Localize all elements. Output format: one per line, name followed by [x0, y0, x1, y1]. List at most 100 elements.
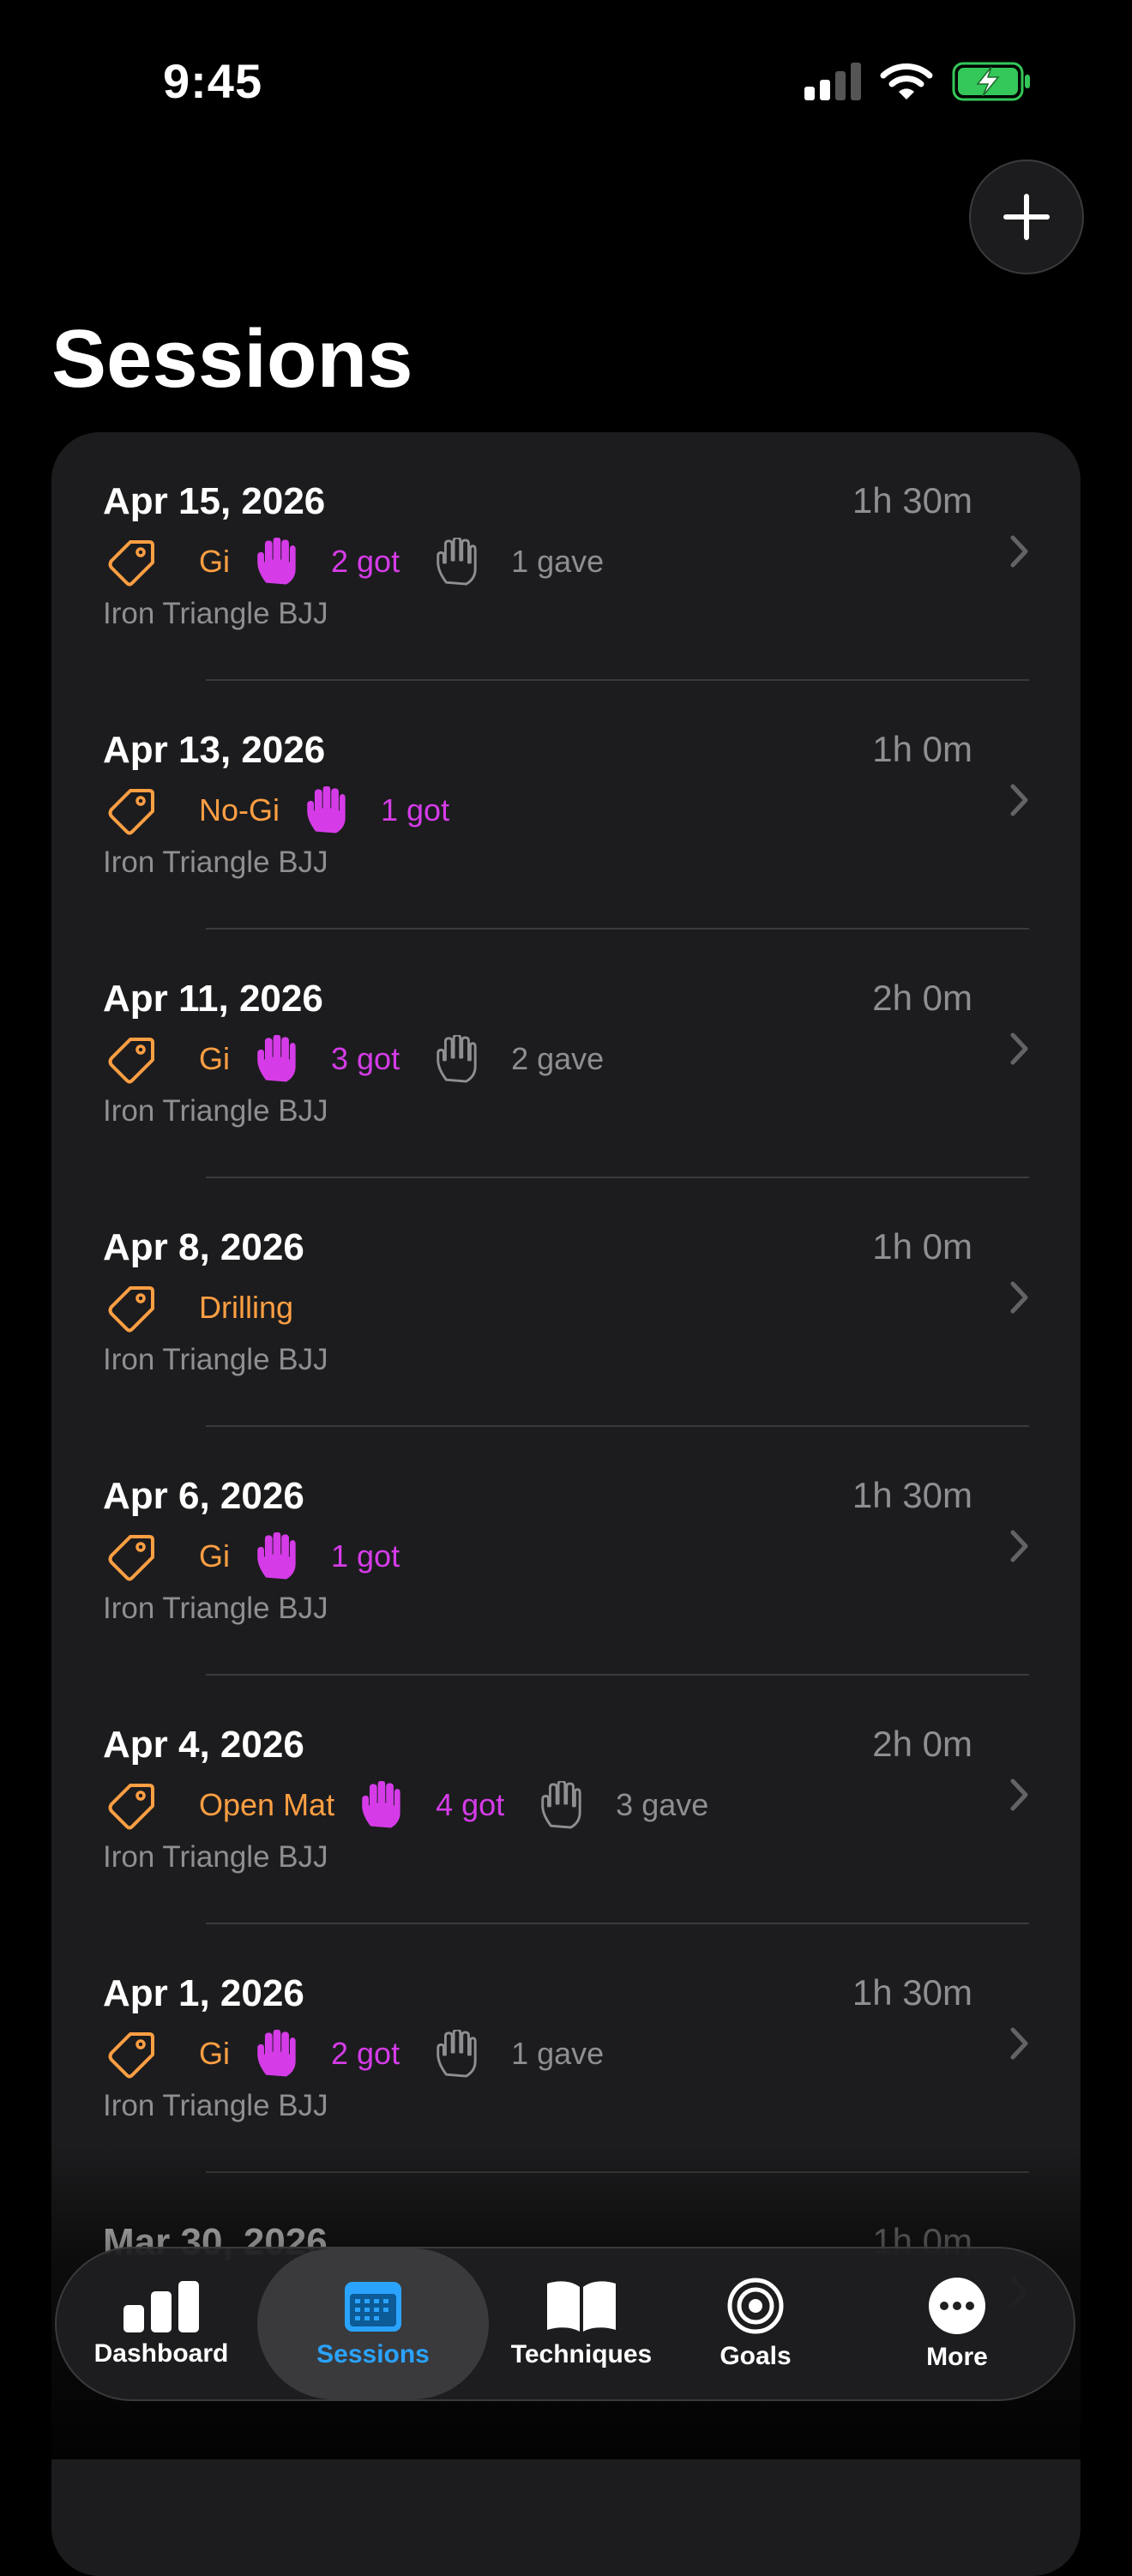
- session-meta: Gi 2 got 1 gave: [106, 535, 604, 588]
- submission-got-icon: [257, 2030, 296, 2077]
- status-bar: 9:45: [0, 0, 1132, 154]
- session-type: Gi: [199, 544, 230, 579]
- submissions-got: 1 got: [331, 1538, 400, 1574]
- book-icon: [547, 2281, 616, 2332]
- submissions-got: 2 got: [331, 2036, 400, 2071]
- tab-label: Sessions: [316, 2340, 430, 2368]
- submissions-gave: 1 gave: [511, 544, 605, 579]
- submission-got-icon: [257, 1035, 296, 1082]
- submission-got-icon: [257, 538, 296, 585]
- row-chevron: [1010, 1530, 1029, 1567]
- submissions-got: 4 got: [436, 1787, 505, 1822]
- wifi-icon: [880, 63, 933, 99]
- session-duration: 1h 30m: [852, 480, 972, 521]
- tab-dashboard[interactable]: Dashboard: [86, 2248, 237, 2399]
- session-duration: 1h 0m: [872, 729, 972, 769]
- session-row[interactable]: Apr 13, 2026 1h 0m No-Gi 1 got Iron Triangle…: [51, 681, 1081, 930]
- session-date: Apr 6, 2026: [103, 1475, 304, 1517]
- row-chevron: [1010, 535, 1029, 572]
- session-duration: 1h 0m: [872, 1226, 972, 1267]
- session-type: Gi: [199, 1041, 230, 1076]
- tab-label: More: [926, 2343, 988, 2371]
- tab-label: Goals: [720, 2342, 792, 2370]
- row-chevron: [1010, 2027, 1029, 2064]
- tag-icon: [108, 540, 154, 587]
- bar-chart-icon: [123, 2281, 199, 2332]
- tab-more[interactable]: More: [888, 2248, 1026, 2399]
- session-meta: Drilling: [106, 1281, 317, 1334]
- session-type: Drilling: [199, 1290, 294, 1325]
- tag-icon: [108, 1535, 154, 1581]
- calendar-icon: [345, 2282, 401, 2332]
- session-date: Apr 8, 2026: [103, 1226, 304, 1268]
- session-row[interactable]: Apr 4, 2026 2h 0m Open Mat 4 got 3 gave Iron …: [51, 1676, 1081, 1924]
- session-duration: 1h 30m: [852, 1972, 972, 2013]
- chevron-right-icon: [1010, 535, 1028, 568]
- session-gym: Iron Triangle BJJ: [103, 1592, 328, 1625]
- submission-got-icon: [362, 1781, 400, 1828]
- row-chevron: [1010, 1779, 1029, 1815]
- session-meta: Gi 2 got 1 gave: [106, 2027, 604, 2080]
- submissions-got: 3 got: [331, 1041, 400, 1076]
- target-icon: [727, 2278, 784, 2334]
- ellipsis-circle-icon: [929, 2278, 985, 2334]
- tag-icon: [108, 1286, 154, 1333]
- tab-label: Techniques: [510, 2340, 653, 2368]
- tab-goals[interactable]: Goals: [687, 2248, 824, 2399]
- submission-gave-icon: [541, 1781, 581, 1829]
- session-duration: 2h 0m: [872, 1724, 972, 1764]
- submissions-gave: 3 gave: [616, 1787, 709, 1822]
- tag-icon: [108, 789, 154, 835]
- session-row[interactable]: Apr 15, 2026 1h 30m Gi 2 got 1 gave Iron Tria…: [51, 432, 1081, 681]
- session-gym: Iron Triangle BJJ: [103, 1840, 328, 1874]
- battery-charging-icon: [952, 62, 1030, 101]
- session-type: Gi: [199, 2036, 230, 2071]
- row-chevron: [1010, 1032, 1029, 1069]
- submission-got-icon: [257, 1532, 296, 1580]
- session-row[interactable]: Apr 6, 2026 1h 30m Gi 1 got Iron Triangle BJ…: [51, 1427, 1081, 1676]
- session-date: Apr 11, 2026: [103, 978, 323, 1020]
- session-meta: Gi 3 got 2 gave: [106, 1032, 604, 1086]
- session-duration: 1h 30m: [852, 1475, 972, 1515]
- cellular-signal-icon: [804, 63, 861, 100]
- session-row[interactable]: Apr 11, 2026 2h 0m Gi 3 got 2 gave Iron Trian…: [51, 930, 1081, 1178]
- submission-got-icon: [307, 786, 346, 834]
- page-title: Sessions: [51, 313, 413, 405]
- session-gym: Iron Triangle BJJ: [103, 846, 328, 879]
- submissions-gave: 1 gave: [511, 2036, 605, 2071]
- tag-icon: [108, 2032, 154, 2079]
- session-gym: Iron Triangle BJJ: [103, 597, 328, 630]
- session-date: Apr 13, 2026: [103, 729, 326, 771]
- tab-sessions[interactable]: Sessions: [257, 2248, 489, 2399]
- session-row[interactable]: Apr 1, 2026 1h 30m Gi 2 got 1 gave Iron Trian…: [51, 1924, 1081, 2173]
- tag-icon: [108, 1784, 154, 1830]
- session-row[interactable]: Apr 8, 2026 1h 0m Drilling Iron Triangle BJ…: [51, 1178, 1081, 1427]
- session-meta: Gi 1 got: [106, 1530, 434, 1583]
- chevron-right-icon: [1010, 1032, 1028, 1065]
- session-date: Apr 15, 2026: [103, 480, 326, 522]
- row-chevron: [1010, 784, 1029, 821]
- chevron-right-icon: [1010, 1530, 1028, 1562]
- tag-icon: [108, 1038, 154, 1084]
- submission-gave-icon: [437, 538, 477, 586]
- session-duration: 2h 0m: [872, 978, 972, 1018]
- chevron-right-icon: [1010, 1779, 1028, 1811]
- submission-gave-icon: [437, 2030, 477, 2078]
- plus-icon: [1003, 194, 1050, 240]
- chevron-right-icon: [1010, 1281, 1028, 1314]
- submissions-got: 2 got: [331, 544, 400, 579]
- session-meta: No-Gi 1 got: [106, 784, 484, 837]
- tab-techniques[interactable]: Techniques: [496, 2248, 667, 2399]
- session-type: Gi: [199, 1538, 230, 1574]
- add-session-button[interactable]: [969, 159, 1084, 274]
- status-time: 9:45: [163, 54, 263, 108]
- chevron-right-icon: [1010, 784, 1028, 816]
- session-gym: Iron Triangle BJJ: [103, 1343, 328, 1376]
- session-type: No-Gi: [199, 792, 280, 828]
- session-meta: Open Mat 4 got 3 gave: [106, 1779, 708, 1832]
- submission-gave-icon: [437, 1035, 477, 1083]
- submissions-gave: 2 gave: [511, 1041, 605, 1076]
- tab-label: Dashboard: [93, 2339, 229, 2368]
- tab-bar: Dashboard Sessions Techniques Goals More: [55, 2247, 1075, 2401]
- session-date: Apr 1, 2026: [103, 1972, 304, 2014]
